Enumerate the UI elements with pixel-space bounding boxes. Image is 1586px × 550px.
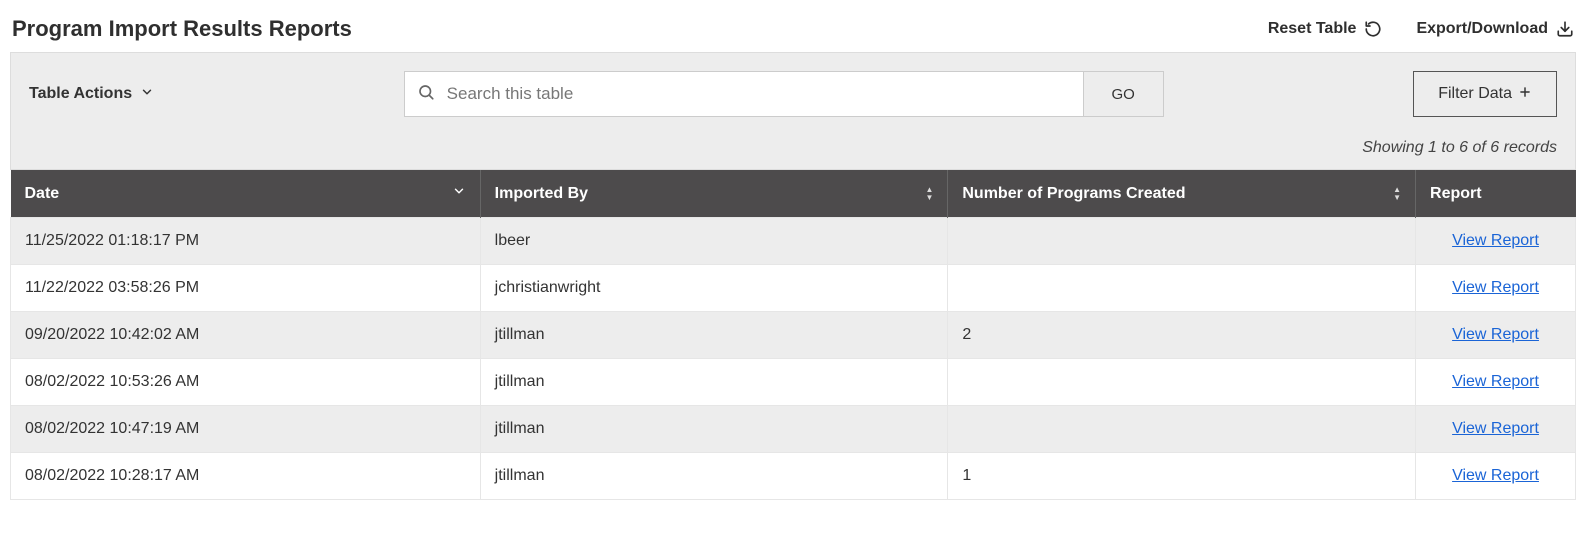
cell-imported-by: jtillman — [480, 312, 948, 359]
toolbar-panel: Table Actions GO Filter Data — [10, 52, 1576, 170]
cell-date: 09/20/2022 10:42:02 AM — [11, 312, 481, 359]
cell-programs-created: 1 — [948, 453, 1416, 500]
go-button[interactable]: GO — [1084, 71, 1164, 117]
column-header-programs-created-label: Number of Programs Created — [962, 185, 1185, 203]
table-header-row: Date Imported By ▲▼ Number of Programs C… — [11, 170, 1576, 218]
page-title: Program Import Results Reports — [12, 16, 352, 42]
view-report-link[interactable]: View Report — [1452, 326, 1539, 343]
header-actions: Reset Table Export/Download — [1268, 20, 1574, 38]
table-row: 08/02/2022 10:53:26 AMjtillman View Repor… — [11, 359, 1576, 406]
cell-report: View Report — [1416, 453, 1576, 500]
search-group: GO — [404, 71, 1164, 117]
cell-imported-by: jchristianwright — [480, 265, 948, 312]
cell-imported-by: jtillman — [480, 453, 948, 500]
cell-report: View Report — [1416, 218, 1576, 265]
table-row: 09/20/2022 10:42:02 AMjtillman2 View Repo… — [11, 312, 1576, 359]
sort-icon: ▲▼ — [925, 186, 933, 202]
view-report-link[interactable]: View Report — [1452, 373, 1539, 390]
cell-date: 08/02/2022 10:53:26 AM — [11, 359, 481, 406]
column-header-report: Report — [1416, 170, 1576, 218]
column-header-date[interactable]: Date — [11, 170, 481, 218]
column-header-report-label: Report — [1430, 185, 1482, 203]
plus-icon — [1518, 85, 1532, 104]
chevron-down-icon — [140, 85, 154, 104]
cell-programs-created — [948, 359, 1416, 406]
table-row: 08/02/2022 10:28:17 AMjtillman1 View Repo… — [11, 453, 1576, 500]
column-header-date-label: Date — [25, 185, 60, 203]
table-actions-menu[interactable]: Table Actions — [29, 85, 154, 104]
cell-programs-created — [948, 218, 1416, 265]
page-root: Program Import Results Reports Reset Tab… — [0, 0, 1586, 500]
cell-imported-by: jtillman — [480, 359, 948, 406]
column-header-imported-by[interactable]: Imported By ▲▼ — [480, 170, 948, 218]
column-header-imported-by-label: Imported By — [495, 185, 588, 203]
filter-data-button[interactable]: Filter Data — [1413, 71, 1557, 117]
view-report-link[interactable]: View Report — [1452, 467, 1539, 484]
cell-date: 08/02/2022 10:28:17 AM — [11, 453, 481, 500]
table-actions-label: Table Actions — [29, 85, 132, 103]
cell-programs-created — [948, 265, 1416, 312]
reset-table-label: Reset Table — [1268, 20, 1357, 38]
search-box — [404, 71, 1084, 117]
results-table: Date Imported By ▲▼ Number of Programs C… — [10, 170, 1576, 500]
cell-report: View Report — [1416, 406, 1576, 453]
cell-report: View Report — [1416, 359, 1576, 406]
table-row: 11/25/2022 01:18:17 PMlbeer View Report — [11, 218, 1576, 265]
chevron-down-icon — [452, 184, 466, 203]
toolbar-top: Table Actions GO Filter Data — [29, 71, 1557, 117]
cell-imported-by: lbeer — [480, 218, 948, 265]
cell-date: 08/02/2022 10:47:19 AM — [11, 406, 481, 453]
records-info: Showing 1 to 6 of 6 records — [29, 139, 1557, 157]
export-download-button[interactable]: Export/Download — [1416, 20, 1574, 38]
cell-date: 11/22/2022 03:58:26 PM — [11, 265, 481, 312]
view-report-link[interactable]: View Report — [1452, 232, 1539, 249]
download-icon — [1556, 20, 1574, 38]
table-row: 08/02/2022 10:47:19 AMjtillman View Repor… — [11, 406, 1576, 453]
search-input[interactable] — [445, 83, 1071, 105]
column-header-programs-created[interactable]: Number of Programs Created ▲▼ — [948, 170, 1416, 218]
cell-imported-by: jtillman — [480, 406, 948, 453]
page-header: Program Import Results Reports Reset Tab… — [10, 10, 1576, 52]
search-icon — [417, 83, 435, 105]
view-report-link[interactable]: View Report — [1452, 420, 1539, 437]
reset-icon — [1364, 20, 1382, 38]
filter-data-label: Filter Data — [1438, 85, 1512, 103]
sort-icon: ▲▼ — [1393, 186, 1401, 202]
cell-report: View Report — [1416, 312, 1576, 359]
table-row: 11/22/2022 03:58:26 PMjchristianwright Vi… — [11, 265, 1576, 312]
cell-programs-created: 2 — [948, 312, 1416, 359]
cell-date: 11/25/2022 01:18:17 PM — [11, 218, 481, 265]
reset-table-button[interactable]: Reset Table — [1268, 20, 1383, 38]
export-download-label: Export/Download — [1416, 20, 1548, 38]
cell-report: View Report — [1416, 265, 1576, 312]
view-report-link[interactable]: View Report — [1452, 279, 1539, 296]
cell-programs-created — [948, 406, 1416, 453]
